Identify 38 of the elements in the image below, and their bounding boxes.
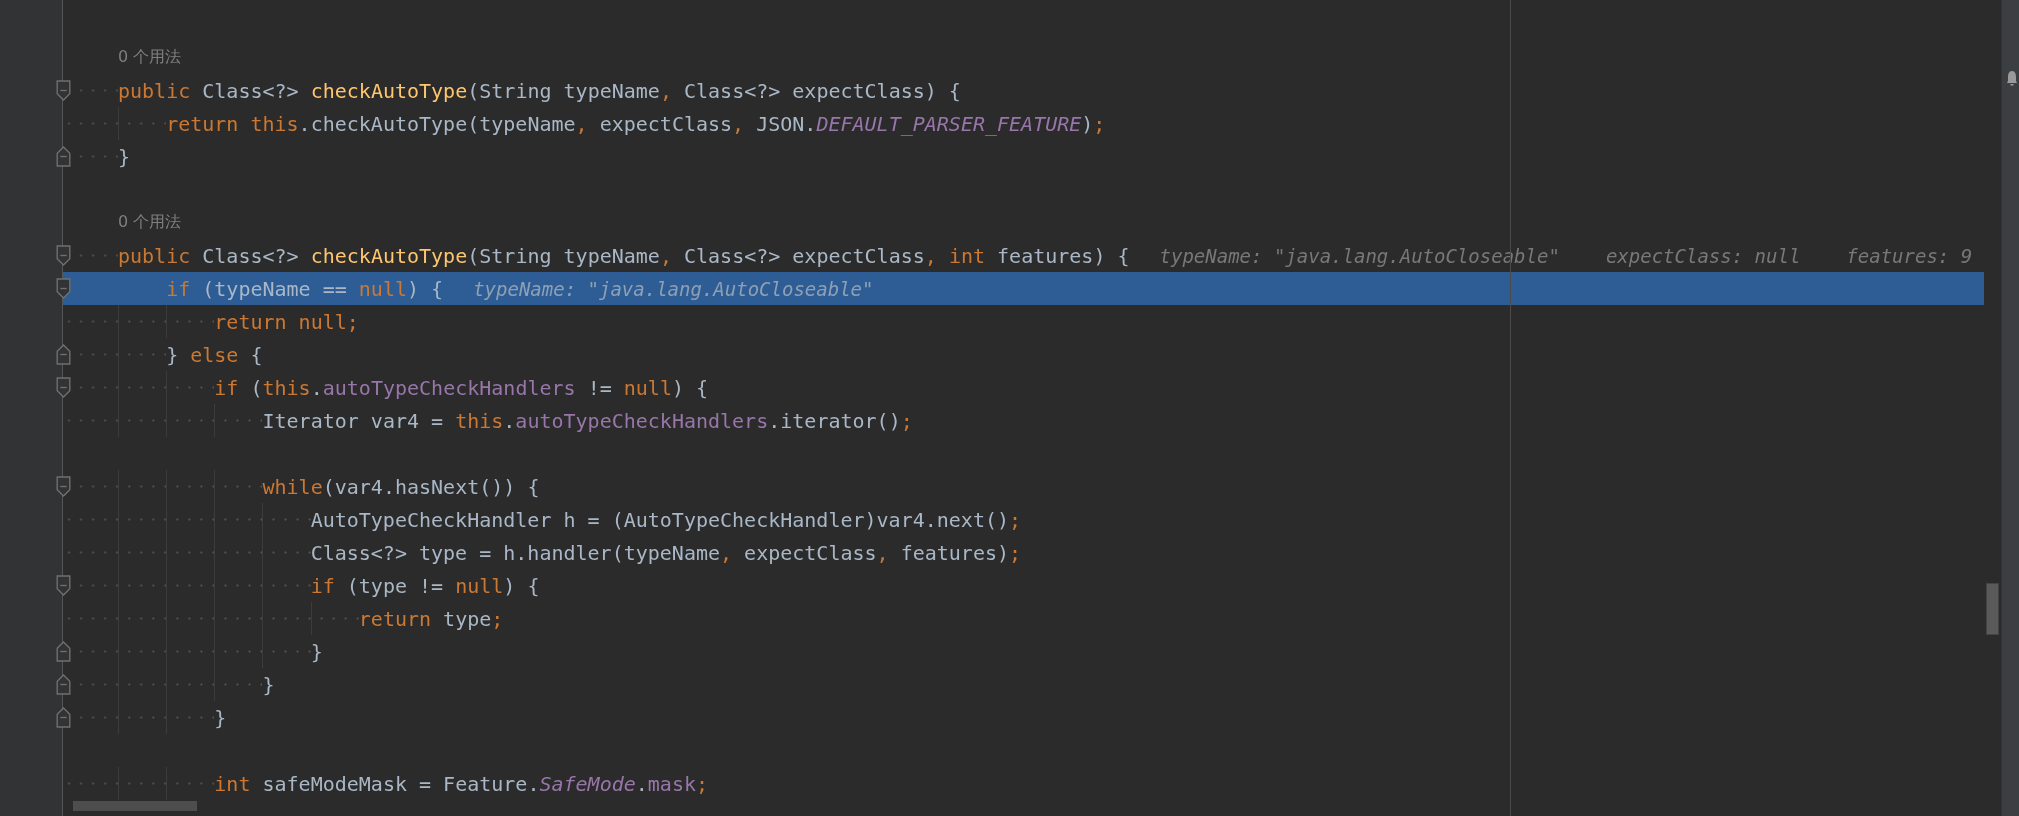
fold-icon[interactable] — [56, 146, 71, 167]
code-line: if (this.autoTypeCheckHandlers != null) { — [214, 375, 709, 400]
code-line: Class<?> type = h.handler(typeName, expectClass, features); — [310, 540, 1022, 565]
code-line: int safeModeMask = Feature.SafeMode.mask; — [214, 771, 708, 796]
code-line: } else { — [166, 342, 263, 367]
code-line: return type; — [358, 606, 504, 631]
fold-icon[interactable] — [56, 278, 71, 299]
code-line: } — [310, 639, 323, 664]
code-line: public Class<?> checkAutoType(String typeName, Class<?> expectClass, int features) { — [118, 243, 1130, 268]
code-line: return null; — [214, 309, 359, 334]
code-line: AutoTypeCheckHandler h = (AutoTypeCheckHandler)var4.next(); — [310, 507, 1022, 532]
code-line: } — [214, 705, 227, 730]
scrollbar-thumb[interactable] — [73, 801, 197, 811]
inline-value-hint: typeName: "java.lang.AutoCloseable" — [473, 277, 874, 300]
fold-icon[interactable] — [56, 641, 71, 662]
code-line: if (typeName == null) { — [166, 276, 444, 301]
fold-icon[interactable] — [56, 575, 71, 596]
code-line: public Class<?> checkAutoType(String typeName, Class<?> expectClass) { — [118, 78, 961, 103]
code-line: if (type != null) { — [310, 573, 540, 598]
fold-icon[interactable] — [56, 80, 71, 101]
fold-icon[interactable] — [56, 674, 71, 695]
fold-icon[interactable] — [56, 245, 71, 266]
inline-value-hint: expectClass: null — [1605, 244, 1801, 267]
fold-icon[interactable] — [56, 476, 71, 497]
usage-hint[interactable]: 0 个用法 — [118, 212, 182, 233]
scrollbar-thumb[interactable] — [1986, 583, 1999, 635]
code-line: while(var4.hasNext()) { — [262, 474, 540, 499]
code-line: return this.checkAutoType(typeName, expectClass, JSON.DEFAULT_PARSER_FEATURE); — [166, 111, 1106, 136]
bell-icon[interactable] — [2007, 70, 2017, 86]
inline-value-hint: typeName: "java.lang.AutoCloseable" — [1159, 244, 1560, 267]
usage-hint[interactable]: 0 个用法 — [118, 47, 182, 68]
fold-icon[interactable] — [56, 344, 71, 365]
code-line: } — [262, 672, 275, 697]
code-line: Iterator var4 = this.autoTypeCheckHandlers.iterator(); — [262, 408, 913, 433]
fold-icon[interactable] — [56, 377, 71, 398]
code-line: } — [118, 144, 131, 169]
inline-value-hint: features: 9 — [1846, 244, 1973, 267]
fold-icon[interactable] — [56, 707, 71, 728]
